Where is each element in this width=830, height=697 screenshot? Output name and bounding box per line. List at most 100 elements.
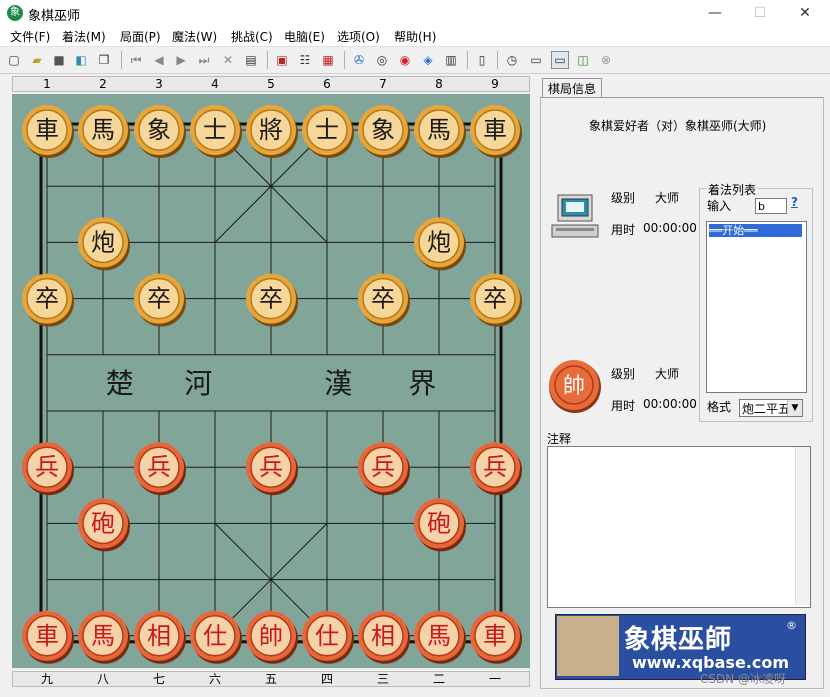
move-list-item[interactable]: ══开始══	[709, 224, 802, 237]
black-piece[interactable]: 車	[470, 105, 522, 158]
menu-file[interactable]: 文件(F)	[10, 28, 50, 45]
menu-options[interactable]: 选项(O)	[337, 28, 380, 45]
piece-label: 相	[371, 622, 395, 650]
app-window: 象 象棋巫师 — ☐ ✕ 文件(F) 着法(M) 局面(P) 魔法(W) 挑战(…	[0, 0, 830, 697]
black-piece[interactable]: 馬	[78, 105, 130, 158]
color-wheel-icon[interactable]: ✇	[350, 51, 368, 69]
open-icon[interactable]: ▰	[28, 51, 46, 69]
black-piece[interactable]: 卒	[470, 273, 522, 327]
red-piece[interactable]: 馬	[78, 610, 130, 664]
chess-board[interactable]: 楚河漢界車馬象士將士象馬車炮炮卒卒卒卒卒兵兵兵兵兵砲砲車馬相仕帥仕相馬車	[12, 94, 530, 668]
menu-position[interactable]: 局面(P)	[120, 28, 161, 45]
red-piece[interactable]: 兵	[470, 442, 522, 496]
last-move-icon[interactable]: ⏭	[195, 51, 213, 69]
piece-label: 馬	[427, 622, 451, 650]
menu-moves[interactable]: 着法(M)	[62, 28, 106, 45]
print-icon[interactable]: ◧	[72, 51, 90, 69]
next-move-icon[interactable]: ▶	[172, 51, 190, 69]
red-piece[interactable]: 車	[470, 610, 522, 664]
book-icon[interactable]: ▯	[473, 51, 491, 69]
format-value: 炮二平五	[742, 402, 791, 416]
notebook-icon[interactable]: ▥	[442, 51, 460, 69]
format-select[interactable]: 炮二平五 ▼	[739, 399, 803, 417]
first-move-icon[interactable]: ⏮	[127, 51, 145, 69]
top-5: 5	[267, 77, 275, 91]
black-piece[interactable]: 馬	[414, 105, 466, 158]
bottom-9: 一	[488, 672, 501, 686]
red-piece[interactable]: 兵	[22, 442, 74, 496]
red-piece[interactable]: 兵	[358, 442, 410, 496]
black-piece[interactable]: 炮	[78, 217, 130, 271]
menu-challenge[interactable]: 挑战(C)	[231, 28, 273, 45]
grid-icon[interactable]: ▦	[319, 51, 337, 69]
black-piece[interactable]: 象	[134, 105, 186, 158]
piece-label: 卒	[483, 285, 507, 313]
black-piece[interactable]: 士	[190, 105, 242, 158]
help-icon[interactable]: ?	[791, 195, 798, 209]
red-piece[interactable]: 兵	[134, 442, 186, 496]
prev-move-icon[interactable]: ◀	[150, 51, 168, 69]
save-icon[interactable]: ■	[50, 51, 68, 69]
chevron-down-icon[interactable]: ▼	[787, 400, 802, 416]
menu-magic[interactable]: 魔法(W)	[172, 28, 217, 45]
black-piece[interactable]: 卒	[246, 273, 298, 327]
black-piece[interactable]: 卒	[22, 273, 74, 327]
piece-label: 卒	[259, 285, 283, 313]
stop-icon[interactable]: ⊗	[597, 51, 615, 69]
piece-label: 卒	[371, 285, 395, 313]
black-piece[interactable]: 車	[22, 105, 74, 158]
piece-label: 仕	[203, 622, 227, 650]
red-piece[interactable]: 仕	[190, 610, 242, 664]
flip-icon[interactable]: ▣	[273, 51, 291, 69]
red-piece[interactable]: 車	[22, 610, 74, 664]
monitor-icon[interactable]: ▭	[551, 51, 569, 69]
piece-label: 砲	[427, 509, 451, 537]
black-piece[interactable]: 炮	[414, 217, 466, 271]
computer-icon[interactable]: ▭	[527, 51, 545, 69]
paste-icon[interactable]: ▤	[242, 51, 260, 69]
red-piece[interactable]: 砲	[78, 498, 130, 552]
menu-help[interactable]: 帮助(H)	[394, 28, 436, 45]
chart-icon[interactable]: ◫	[574, 51, 592, 69]
clock-icon[interactable]: ◷	[503, 51, 521, 69]
black-piece[interactable]: 士	[302, 105, 354, 158]
notes-textarea[interactable]	[547, 446, 811, 608]
computer-level-label: 级别	[611, 191, 636, 205]
player-piece-icon: 帥	[549, 360, 601, 413]
black-piece[interactable]: 將	[246, 105, 298, 158]
red-piece[interactable]: 帥	[246, 610, 298, 664]
watermark: CSDN @冰凌呀	[700, 672, 787, 686]
black-piece[interactable]: 卒	[358, 273, 410, 327]
red-piece[interactable]: 兵	[246, 442, 298, 496]
black-piece[interactable]: 象	[358, 105, 410, 158]
move-input[interactable]: b	[755, 198, 787, 214]
maximize-button[interactable]: ☐	[737, 0, 783, 26]
analysis-icon[interactable]: ◎	[373, 51, 391, 69]
minimize-button[interactable]: —	[692, 0, 738, 26]
red-piece[interactable]: 相	[358, 610, 410, 664]
delete-icon[interactable]: ✕	[219, 51, 237, 69]
river-text: 界	[408, 367, 436, 400]
notes-scrollbar[interactable]	[795, 447, 810, 605]
menu-computer[interactable]: 电脑(E)	[284, 28, 325, 45]
spiral-icon[interactable]: ◉	[396, 51, 414, 69]
close-button[interactable]: ✕	[782, 0, 828, 26]
notes-label: 注释	[547, 432, 572, 446]
tab-game-info[interactable]: 棋局信息	[542, 78, 602, 99]
black-piece[interactable]: 卒	[134, 273, 186, 327]
red-piece[interactable]: 砲	[414, 498, 466, 552]
top-4: 4	[211, 77, 219, 91]
new-icon[interactable]: ▢	[5, 51, 23, 69]
red-piece[interactable]: 馬	[414, 610, 466, 664]
piece-label: 將	[259, 116, 283, 144]
registered-mark: ®	[786, 619, 797, 632]
piece-label: 馬	[427, 116, 451, 144]
red-piece[interactable]: 仕	[302, 610, 354, 664]
piece-label: 士	[315, 116, 339, 144]
tree-icon[interactable]: ☷	[296, 51, 314, 69]
red-piece[interactable]: 相	[134, 610, 186, 664]
top-2: 2	[99, 77, 107, 91]
move-list[interactable]: ══开始══	[706, 221, 807, 393]
doc-icon[interactable]: ◈	[419, 51, 437, 69]
copy-icon[interactable]: ❐	[95, 51, 113, 69]
